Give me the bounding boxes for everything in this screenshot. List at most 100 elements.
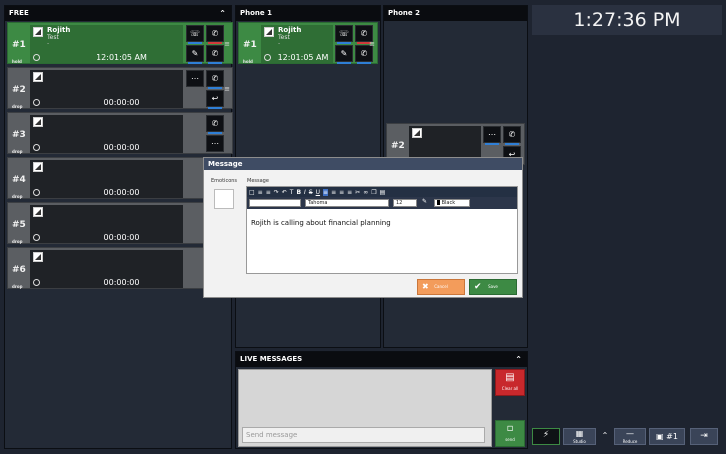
line-time: 00:00:00 xyxy=(103,143,140,152)
redo-icon[interactable]: ↷ xyxy=(274,189,279,196)
message-label: Message xyxy=(247,178,269,184)
editor-toolbar: □ ≡ ≡ ↷ ↶ T B I S U ≡ ≡ ≡ ≡ ✂ ∞ ❐ ▤ xyxy=(247,187,517,197)
clock-icon xyxy=(33,234,40,241)
phone2-header: Phone 2 xyxy=(384,6,527,21)
menu-icon[interactable]: ≡ xyxy=(369,40,375,48)
font-select[interactable]: Tahoma xyxy=(305,199,389,207)
expand-button[interactable]: ⌃ xyxy=(599,428,611,445)
font-color-select[interactable]: Black xyxy=(434,199,470,207)
clear-format-icon[interactable]: T xyxy=(290,189,294,196)
phone-transfer-icon[interactable]: ✆ xyxy=(206,25,224,44)
phone1-call-line[interactable]: #1 hold Rojith Test - 12:01:05 AM ☏ ✆ ✎ … xyxy=(238,22,378,64)
call-line-2[interactable]: #2 drop 00:00:00 ⋯ ✆ ↩ ≡ xyxy=(7,67,233,109)
line-info: 00:00:00 xyxy=(30,205,183,243)
cut-icon[interactable]: ✂ xyxy=(355,189,360,196)
emoticon-picker[interactable] xyxy=(214,189,234,209)
align-left-icon[interactable]: ≡ xyxy=(323,188,329,196)
line-actions: ⋯ ✆ ↩ xyxy=(186,70,226,109)
phone-forward-icon[interactable]: ✆ xyxy=(206,45,224,64)
send-button[interactable]: ▫ send xyxy=(495,420,525,447)
chat-icon: ▫ xyxy=(506,423,514,434)
line-number: #1 xyxy=(12,40,26,50)
underline-icon[interactable]: U xyxy=(316,189,320,196)
line-state: hold xyxy=(243,59,253,64)
button-underline xyxy=(188,42,202,44)
call-line-6[interactable]: #6 drop 00:00:00 xyxy=(7,247,233,289)
call-line-1[interactable]: #1 hold Rojith Test - 12:01:05 AM ☏ ✆ ✎ … xyxy=(7,22,233,64)
line-number: #6 xyxy=(12,265,26,275)
dialpad-icon[interactable]: ⋯ xyxy=(206,135,224,152)
minus-icon: — xyxy=(626,429,634,438)
message-editor[interactable]: □ ≡ ≡ ↷ ↶ T B I S U ≡ ≡ ≡ ≡ ✂ ∞ ❐ ▤ Taho… xyxy=(246,186,518,274)
caller-extra: - xyxy=(278,40,281,47)
align-center-icon[interactable]: ≡ xyxy=(331,189,336,196)
reduce-button[interactable]: — Reduce xyxy=(614,428,646,445)
clock-display: 1:27:36 PM xyxy=(532,5,722,35)
line-info: 00:00:00 xyxy=(30,160,183,198)
line-state: drop xyxy=(12,104,23,109)
menu-icon[interactable]: ≡ xyxy=(224,40,230,48)
line-info: 00:00:00 xyxy=(30,115,183,153)
new-doc-icon[interactable]: □ xyxy=(249,189,255,196)
call-line-5[interactable]: #5 drop 00:00:00 xyxy=(7,202,233,244)
reduce-label: Reduce xyxy=(622,439,638,444)
bold-icon[interactable]: B xyxy=(296,189,301,196)
power-button[interactable]: ⚡ xyxy=(532,428,560,445)
edit-pencil-icon[interactable]: ✎ xyxy=(186,45,204,64)
justify-icon[interactable]: ≡ xyxy=(347,189,352,196)
signal-icon xyxy=(33,162,43,172)
align-right-icon[interactable]: ≡ xyxy=(339,189,344,196)
undo-icon[interactable]: ↶ xyxy=(282,189,287,196)
paragraph-select[interactable] xyxy=(249,199,301,207)
dialpad-icon[interactable]: ⋯ xyxy=(483,126,501,145)
cancel-label: Cancel xyxy=(434,284,448,289)
monitor-button[interactable]: ▣ #1 xyxy=(649,428,685,445)
save-button[interactable]: ✔ Save xyxy=(469,279,517,295)
hangup-icon[interactable]: ☏ xyxy=(186,25,204,44)
paste-icon[interactable]: ▤ xyxy=(380,189,386,196)
ordered-list-icon[interactable]: ≡ xyxy=(258,189,263,196)
italic-icon[interactable]: I xyxy=(304,189,306,196)
edit-pencil-icon[interactable]: ✎ xyxy=(335,45,353,64)
line-time: 00:00:00 xyxy=(103,278,140,287)
font-size-select[interactable]: 12 xyxy=(393,199,417,207)
link-icon[interactable]: ∞ xyxy=(363,189,368,196)
call-line-3[interactable]: #3 drop 00:00:00 ✆ ⋯ xyxy=(7,112,233,154)
emoticons-label: Emoticons xyxy=(211,178,238,184)
chevron-up-icon[interactable]: ⌃ xyxy=(515,352,522,367)
clock-icon xyxy=(33,99,40,106)
line-time: 00:00:00 xyxy=(103,188,140,197)
color-pen-icon[interactable]: ✎ xyxy=(422,198,427,205)
hangup-icon[interactable]: ☏ xyxy=(335,25,353,44)
reply-icon[interactable]: ↩ xyxy=(206,90,224,109)
font-color-value: Black xyxy=(441,200,456,206)
strike-icon[interactable]: S xyxy=(309,189,313,196)
signal-icon xyxy=(33,72,43,82)
studio-button[interactable]: ▦ Studio xyxy=(563,428,596,445)
color-swatch xyxy=(437,200,440,205)
send-message-input[interactable]: Send message xyxy=(242,427,485,443)
dialpad-icon[interactable]: ⋯ xyxy=(186,70,204,87)
phone-forward-icon[interactable]: ✆ xyxy=(503,126,521,145)
signal-icon xyxy=(33,207,43,217)
logout-button[interactable]: ⇥ xyxy=(690,428,718,445)
line-number-block: #2 drop xyxy=(8,68,30,110)
qr-icon: ▦ xyxy=(575,429,584,438)
chevron-up-icon[interactable]: ⌃ xyxy=(219,6,226,21)
save-label: Save xyxy=(488,284,498,289)
clock-icon xyxy=(33,189,40,196)
unordered-list-icon[interactable]: ≡ xyxy=(266,189,271,196)
menu-icon[interactable]: ≡ xyxy=(224,85,230,93)
copy-icon[interactable]: ❐ xyxy=(371,189,376,196)
call-line-4[interactable]: #4 drop 00:00:00 xyxy=(7,157,233,199)
caller-name: Rojith xyxy=(278,26,302,34)
line-state: drop xyxy=(12,284,23,289)
phone-forward-icon[interactable]: ✆ xyxy=(206,70,224,89)
phone-forward-icon[interactable]: ✆ xyxy=(206,115,224,134)
cancel-button[interactable]: ✖ Cancel xyxy=(417,279,465,295)
signal-icon xyxy=(33,27,43,37)
studio-label: Studio xyxy=(573,439,586,444)
signal-icon xyxy=(264,27,274,37)
clear-all-button[interactable]: ▤ Clear all xyxy=(495,369,525,396)
message-text[interactable]: Rojith is calling about financial planni… xyxy=(251,219,391,227)
